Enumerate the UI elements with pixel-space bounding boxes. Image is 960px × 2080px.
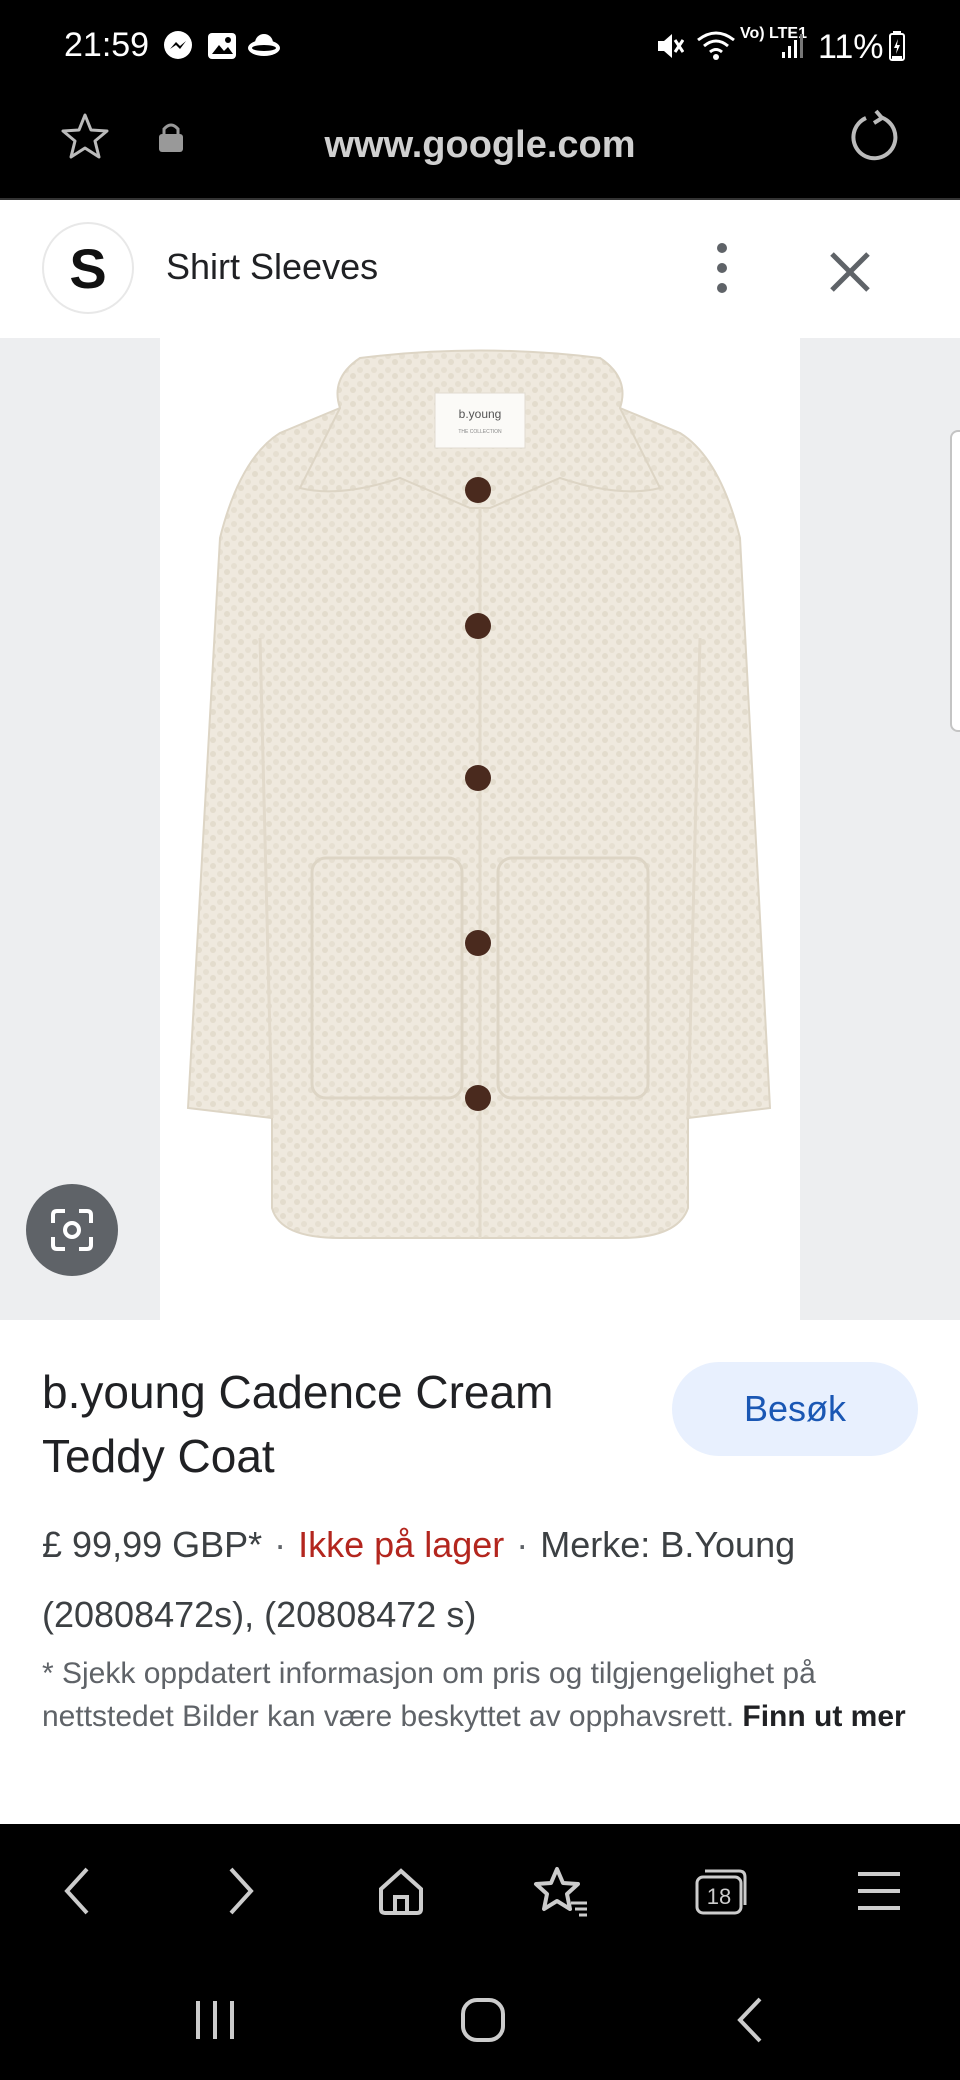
menu-icon <box>858 1872 900 1910</box>
url-text[interactable]: www.google.com <box>0 124 960 167</box>
disclaimer: * Sjekk oppdatert informasjon om pris og… <box>42 1652 922 1738</box>
site-logo[interactable]: S <box>44 224 132 312</box>
signal-icon <box>780 30 804 67</box>
battery-icon <box>888 30 906 67</box>
recents-icon <box>196 2001 234 2039</box>
sku: (20808472s), (20808472 s) <box>42 1594 477 1635</box>
product-details: £ 99,99 GBP* · Ikke på lager · Merke: B.Youn… <box>42 1524 796 1635</box>
site-header: S Shirt Sleeves <box>0 200 960 338</box>
close-icon <box>830 252 870 292</box>
tab-count: 18 <box>707 1884 731 1909</box>
disclaimer-text: * Sjekk oppdatert informasjon om pris og… <box>42 1657 816 1733</box>
gallery-icon <box>206 30 238 67</box>
forward-button[interactable] <box>208 1858 274 1924</box>
cloud-icon <box>246 30 282 67</box>
brand: Merke: B.Young <box>540 1524 796 1565</box>
coat-illustration: b.young THE COLLECTION <box>186 349 772 1239</box>
scrollbar[interactable] <box>950 430 960 732</box>
image-area: b.young THE COLLECTION <box>0 338 960 1320</box>
reload-icon[interactable] <box>846 108 902 169</box>
home-circle-icon <box>461 1998 505 2042</box>
home-button[interactable] <box>368 1858 434 1924</box>
back-nav-icon <box>737 1997 762 2043</box>
more-options-button[interactable] <box>700 236 744 300</box>
back-button[interactable] <box>44 1858 110 1924</box>
brand-label: b.young <box>459 407 502 421</box>
messenger-icon <box>162 30 194 67</box>
url-bar: www.google.com <box>0 96 960 200</box>
forward-icon <box>229 1867 254 1915</box>
status-bar: 21:59 Vo) LTE1 11% <box>0 0 960 96</box>
wifi-icon <box>696 30 736 67</box>
back-icon <box>64 1867 89 1915</box>
brand-sublabel: THE COLLECTION <box>458 429 502 435</box>
home-nav-button[interactable] <box>448 1990 518 2050</box>
tabs-button[interactable]: 18 <box>688 1858 754 1924</box>
mute-icon <box>654 30 685 67</box>
visit-button[interactable]: Besøk <box>672 1362 918 1456</box>
home-icon <box>379 1868 423 1915</box>
status-time: 21:59 <box>64 26 150 64</box>
bookmarks-icon <box>534 1867 587 1917</box>
browser-toolbar: 18 <box>0 1824 960 1956</box>
stock-status: Ikke på lager <box>298 1524 505 1565</box>
recents-button[interactable] <box>180 1990 250 2050</box>
more-vert-icon <box>717 243 727 293</box>
back-nav-button[interactable] <box>716 1990 786 2050</box>
lens-button[interactable] <box>26 1184 118 1276</box>
battery-text: 11% <box>818 28 884 66</box>
close-button[interactable] <box>822 244 878 300</box>
product-title: b.young Cadence Cream Teddy Coat <box>42 1366 554 1482</box>
product-image[interactable]: b.young THE COLLECTION <box>160 338 800 1320</box>
google-lens-icon <box>51 1209 93 1251</box>
system-navigation <box>0 1956 960 2080</box>
product-info: b.young Cadence Cream Teddy Coat Besøk £… <box>0 1320 960 1824</box>
site-name[interactable]: Shirt Sleeves <box>166 246 378 288</box>
tabs-icon: 18 <box>695 1869 747 1915</box>
learn-more-link[interactable]: Finn ut mer <box>742 1700 905 1733</box>
bookmarks-button[interactable] <box>528 1858 594 1924</box>
price: £ 99,99 GBP* <box>42 1524 263 1565</box>
menu-button[interactable] <box>846 1858 912 1924</box>
